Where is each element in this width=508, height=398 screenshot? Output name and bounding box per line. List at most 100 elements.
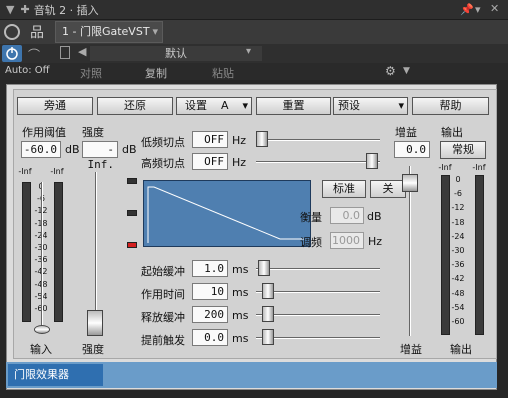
release-slider-knob[interactable] [262, 306, 274, 322]
high-cut-input[interactable]: OFF [192, 153, 228, 170]
setup-label: 设置 [185, 99, 207, 112]
preset-name: 默认 [165, 47, 187, 60]
tune-input[interactable]: 1000 [330, 232, 364, 249]
preset-dropdown[interactable]: 预设 ▾ [333, 97, 408, 115]
reset-button[interactable]: 还原 [97, 97, 173, 115]
hold-slider-knob[interactable] [262, 283, 274, 299]
routing-icon[interactable]: 品 [26, 22, 48, 42]
lookahead-input[interactable]: 0.0 [192, 329, 228, 346]
strength-slider-knob[interactable] [87, 310, 103, 336]
normal-button[interactable]: 常规 [440, 141, 486, 159]
meter-scale-tick: -30 [451, 246, 465, 255]
output-meter-right [475, 175, 484, 335]
attack-slider-track [256, 268, 380, 270]
meter-scale-tick: -54 [451, 302, 465, 312]
chevron-down-icon: ▾ [242, 99, 248, 112]
hold-input[interactable]: 10 [192, 283, 228, 300]
dropdown-icon[interactable]: ▾ [475, 3, 481, 16]
balance-input[interactable]: 0.0 [330, 207, 364, 224]
window-title: 音轨 2 · 插入 [33, 3, 99, 17]
tune-label: 调频 [300, 236, 322, 249]
plugin-selector-label: 1 - 门限GateVST [62, 25, 150, 38]
balance-label: 衡量 [300, 211, 322, 224]
gear-icon[interactable]: ⚙ [385, 64, 396, 78]
meter-scale-out-left-top: -Inf [438, 163, 452, 172]
title-bar: ▼ ✚ 音轨 2 · 插入 📌 ▾ ✕ [0, 0, 508, 20]
close-icon[interactable]: ✕ [490, 2, 499, 15]
meter-scale-in-left-top: -Inf [18, 167, 32, 176]
output-bottom-label: 输出 [450, 343, 472, 356]
hold-unit: ms [232, 286, 249, 299]
lookahead-label: 提前触发 [141, 334, 185, 347]
strength-input[interactable]: -Inf. [82, 141, 118, 171]
high-cut-slider-knob[interactable] [366, 153, 378, 169]
save-icon[interactable] [60, 46, 70, 59]
rearrange-button[interactable]: 重置 [256, 97, 331, 115]
lookahead-slider-knob[interactable] [262, 329, 274, 345]
standard-button[interactable]: 标准 [322, 180, 366, 198]
gain-bottom-label: 增益 [400, 343, 422, 356]
low-cut-label: 低频切点 [141, 136, 185, 149]
setup-slot: A [221, 99, 229, 112]
attack-label: 起始缓冲 [141, 265, 185, 278]
preset-dropdown-icon[interactable]: ▾ [246, 46, 251, 57]
edit-row [0, 63, 508, 80]
meter-scale-tick: -60 [451, 317, 465, 326]
gear-dropdown-icon[interactable]: ▼ [403, 66, 410, 76]
attack-unit: ms [232, 263, 249, 276]
gain-slider-knob[interactable] [402, 174, 418, 192]
attack-input[interactable]: 1.0 [192, 260, 228, 277]
copy-button[interactable]: 复制 [145, 65, 167, 81]
lookahead-slider-track [256, 337, 380, 339]
meter-scale-tick: -18 [451, 217, 465, 227]
automation-icon[interactable]: ⌒ [28, 46, 40, 63]
plugin-selector[interactable]: 1 - 门限GateVST ▾ [55, 21, 163, 43]
led-hold [127, 210, 137, 216]
preset-selector[interactable]: 默认 [90, 46, 262, 61]
meter-scale-tick: -24 [451, 231, 465, 241]
tune-unit: Hz [368, 235, 383, 248]
compare-button[interactable]: 对照 [80, 65, 102, 81]
chevron-down-icon: ▾ [398, 99, 404, 112]
lookahead-unit: ms [232, 332, 249, 345]
input-bottom-label: 输入 [30, 343, 52, 356]
attack-slider-knob[interactable] [258, 260, 270, 276]
high-cut-slider-track [256, 161, 380, 163]
preset-label: 预设 [338, 99, 360, 112]
hold-slider-track [256, 291, 380, 293]
high-cut-label: 高频切点 [141, 157, 185, 170]
input-slider-track [41, 182, 43, 328]
power-button[interactable] [2, 45, 22, 62]
release-input[interactable]: 200 [192, 306, 228, 323]
status-tab[interactable]: 门限效果器 [8, 364, 103, 386]
meter-scale-tick: 0 [455, 175, 461, 184]
auto-state[interactable]: Auto: Off [5, 65, 50, 76]
input-slider-knob[interactable] [34, 325, 50, 334]
strength-label: 强度 [82, 126, 104, 139]
low-cut-slider-knob[interactable] [256, 131, 268, 147]
gain-top-label: 增益 [395, 126, 417, 139]
input-meter-right [54, 182, 63, 322]
pin-icon[interactable]: 📌 [460, 3, 474, 16]
help-button[interactable]: 帮助 [412, 97, 489, 115]
threshold-unit: dB [65, 143, 80, 156]
meter-scale-tick: -12 [451, 203, 465, 213]
chevron-down-icon: ▾ [152, 25, 158, 38]
meter-scale-out-right-top: -Inf [472, 163, 486, 172]
bypass-button[interactable]: 旁通 [17, 97, 93, 115]
low-cut-slider-track [256, 139, 380, 141]
off-button[interactable]: 关 [370, 180, 406, 198]
threshold-input[interactable]: -60.0 [21, 141, 61, 158]
strength-unit: dB [122, 143, 137, 156]
add-icon[interactable]: ✚ [20, 3, 29, 16]
release-label: 释放缓冲 [141, 311, 185, 324]
low-cut-input[interactable]: OFF [192, 131, 228, 148]
timer-icon[interactable] [4, 24, 20, 40]
prev-preset-icon[interactable]: ◀ [78, 45, 86, 58]
gain-input[interactable]: 0.0 [394, 141, 430, 158]
paste-button[interactable]: 粘贴 [212, 65, 234, 81]
meter-scale-tick: -36 [451, 260, 465, 270]
collapse-arrow-icon[interactable]: ▼ [6, 3, 14, 16]
meter-scale-tick: -6 [454, 189, 462, 199]
setup-dropdown[interactable]: 设置 A ▾ [176, 97, 252, 115]
